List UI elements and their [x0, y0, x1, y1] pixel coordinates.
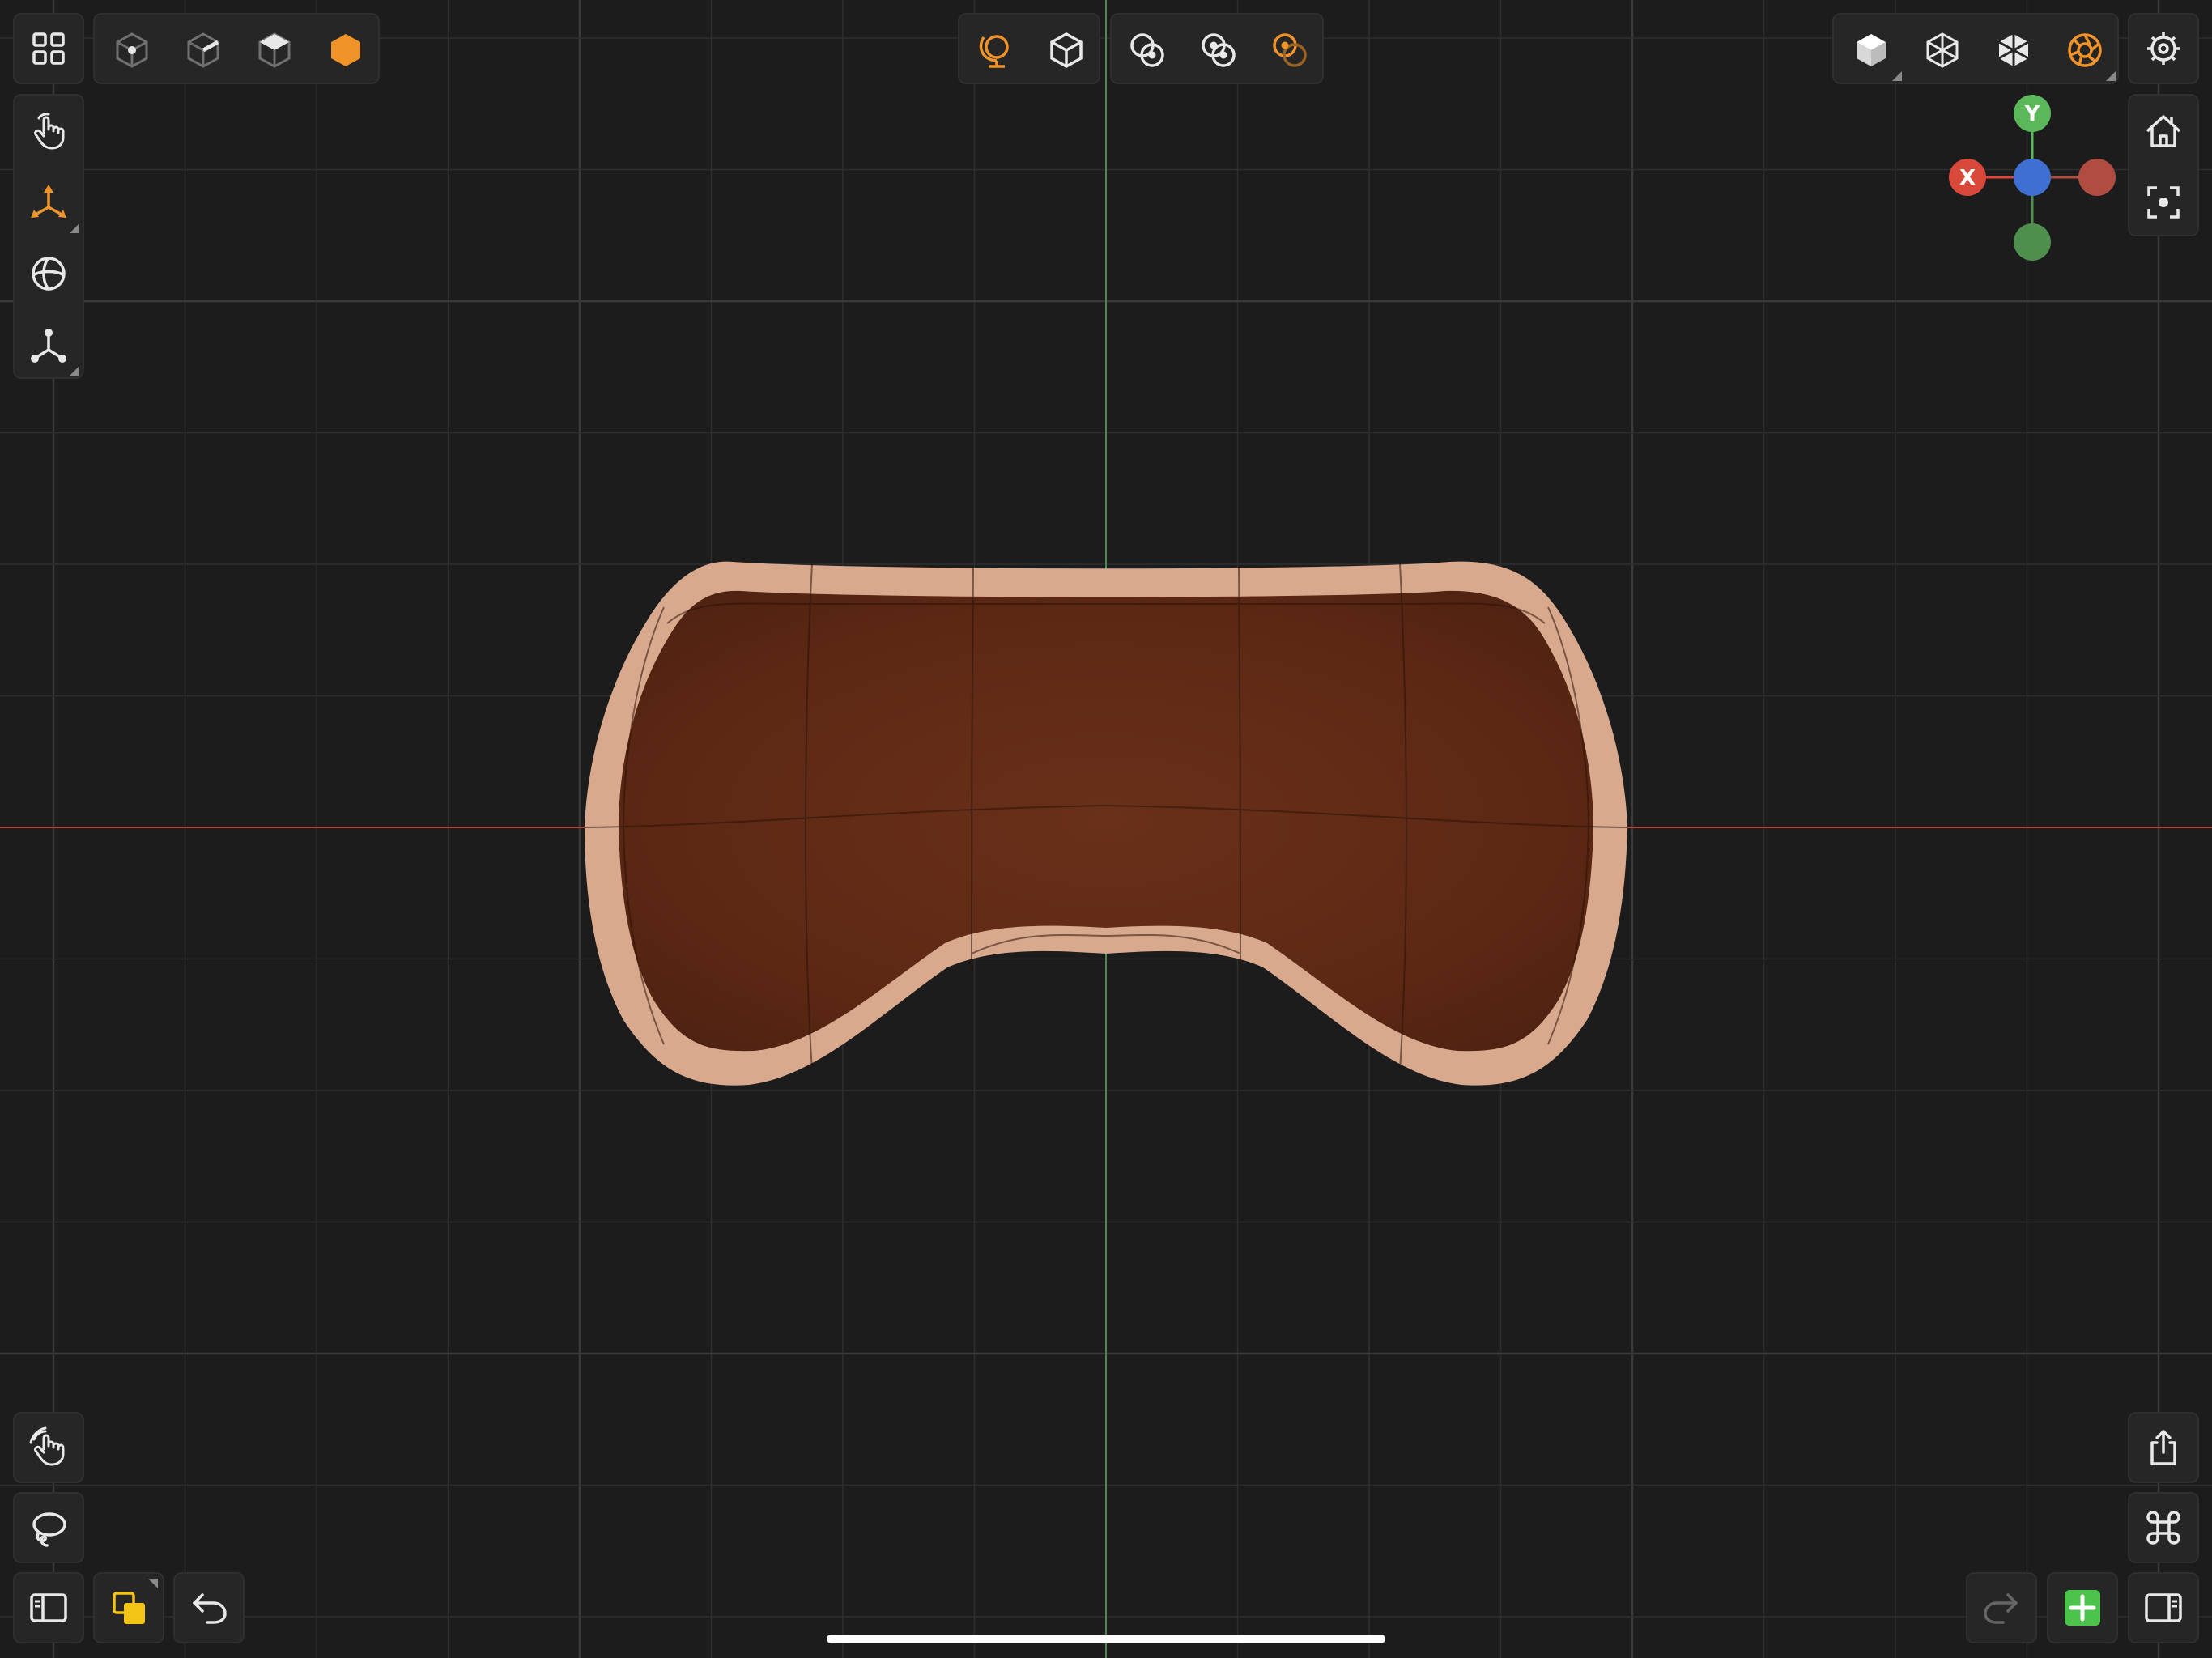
solid-shading-button[interactable]: [1836, 15, 1907, 86]
face-select-icon: [258, 32, 291, 68]
redo-icon: [1984, 1593, 2018, 1624]
pivot-active-icon: [1273, 33, 1307, 67]
home-view-icon: [2146, 115, 2181, 147]
layers-button[interactable]: [93, 1572, 164, 1643]
move-tool-button[interactable]: [13, 167, 84, 238]
sidebar-right-icon: [2145, 1593, 2182, 1622]
rendered-shading-icon: [2068, 33, 2102, 67]
gizmo-neg-x[interactable]: [2078, 159, 2116, 196]
object-select-button[interactable]: [310, 15, 381, 86]
gizmo-z-axis[interactable]: [2014, 159, 2051, 196]
touch-mode-icon: [29, 1426, 65, 1466]
object-select-icon: [331, 34, 360, 66]
xray-shading-icon: [1998, 34, 2029, 66]
frame-selection-icon: [2147, 186, 2180, 219]
local-space-icon: [1050, 32, 1083, 69]
home-view-button[interactable]: [2128, 96, 2199, 167]
pivot-toolbar: [1110, 13, 1324, 84]
rotate-view-icon: [32, 257, 66, 291]
undo-icon: [193, 1593, 227, 1624]
global-space-icon: [979, 35, 1009, 68]
selection-mode-toolbar: [93, 13, 380, 84]
pivot-median-icon: [1202, 33, 1236, 67]
edge-select-button[interactable]: [168, 15, 239, 86]
settings-icon: [2147, 32, 2180, 65]
transform-space-toolbar: [958, 13, 1100, 84]
pivot-median-button[interactable]: [1183, 15, 1254, 86]
right-sidebar-button[interactable]: [2128, 1572, 2199, 1643]
move-gizmo-icon: [31, 185, 66, 218]
rendered-shading-button[interactable]: [2049, 15, 2121, 86]
lasso-select-button[interactable]: [13, 1492, 84, 1563]
sidebar-left-icon: [30, 1593, 67, 1622]
command-icon: [2146, 1511, 2180, 1545]
pivot-individual-button[interactable]: [1112, 15, 1183, 86]
frame-selection-button[interactable]: [2128, 167, 2199, 238]
wireframe-shading-icon: [1926, 32, 1959, 68]
pivot-tool-icon: [31, 329, 66, 363]
global-space-button[interactable]: [959, 15, 1031, 86]
left-sidebar-button[interactable]: [13, 1572, 84, 1643]
local-space-button[interactable]: [1031, 15, 1102, 86]
rotate-view-button[interactable]: [13, 238, 84, 309]
edge-select-icon: [187, 32, 219, 68]
xray-shading-button[interactable]: [1978, 15, 2049, 86]
gizmo-y-label: Y: [2024, 102, 2041, 126]
3d-viewport[interactable]: [0, 0, 2212, 1658]
solid-shading-icon: [1857, 34, 1886, 66]
gizmo-neg-y[interactable]: [2014, 223, 2051, 261]
lasso-icon: [32, 1512, 66, 1547]
home-indicator[interactable]: [827, 1635, 1385, 1643]
orientation-gizmo[interactable]: Y X: [1943, 92, 2121, 270]
face-select-button[interactable]: [239, 15, 310, 86]
vertex-select-button[interactable]: [96, 15, 168, 86]
wireframe-shading-button[interactable]: [1907, 15, 1978, 86]
add-object-button[interactable]: [2047, 1572, 2118, 1643]
pan-hand-icon: [34, 113, 65, 150]
touch-mode-button[interactable]: [13, 1412, 84, 1483]
gizmo-x-label: X: [1959, 166, 1976, 190]
add-object-icon: [2065, 1590, 2100, 1626]
settings-button[interactable]: [2128, 13, 2199, 84]
tool-panel: [13, 94, 84, 379]
pivot-active-button[interactable]: [1254, 15, 1325, 86]
shading-toolbar: [1832, 13, 2119, 84]
app-menu-button[interactable]: [13, 13, 84, 84]
pan-tool-button[interactable]: [13, 96, 84, 167]
vertex-select-icon: [116, 32, 148, 68]
pivot-individual-icon: [1130, 33, 1164, 67]
view-panel: [2128, 94, 2199, 236]
share-button[interactable]: [2128, 1412, 2199, 1483]
redo-button[interactable]: [1966, 1572, 2037, 1643]
layers-icon: [113, 1592, 145, 1624]
undo-button[interactable]: [173, 1572, 245, 1643]
pivot-tool-button[interactable]: [13, 309, 84, 380]
grid-menu-icon: [32, 32, 65, 65]
share-icon: [2150, 1430, 2176, 1465]
command-button[interactable]: [2128, 1492, 2199, 1563]
